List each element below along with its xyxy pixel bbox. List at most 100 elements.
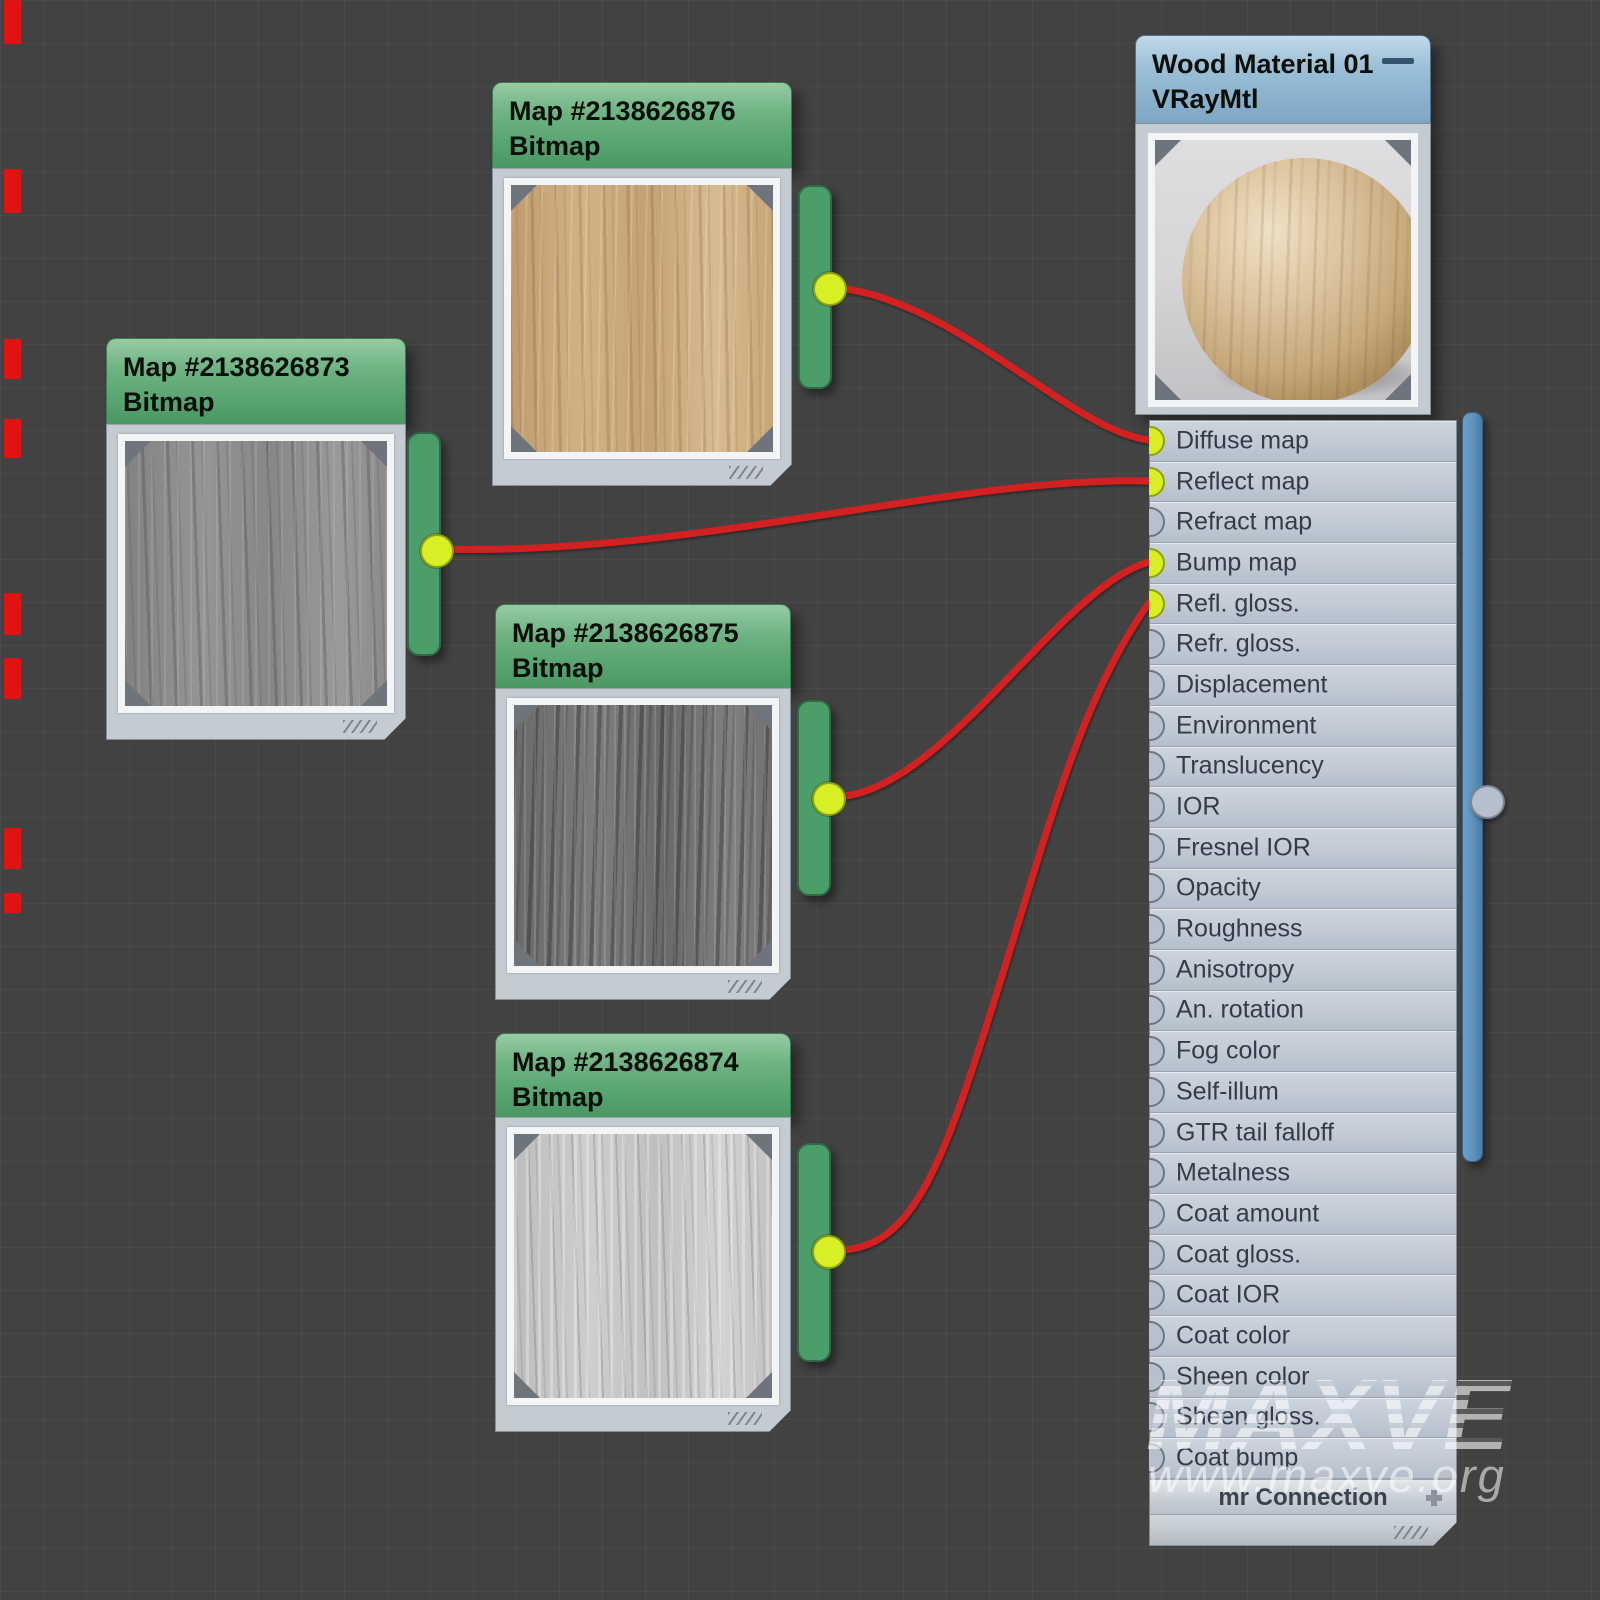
input-port[interactable] [1135,995,1165,1025]
input-port[interactable] [1135,1199,1165,1229]
slot-label: Reflect map [1176,467,1309,496]
bitmap-preview[interactable] [507,1127,779,1405]
input-port[interactable] [1135,629,1165,659]
bitmap-preview[interactable] [507,698,779,973]
input-port[interactable] [1135,1118,1165,1148]
output-port-2138626875[interactable] [812,782,846,816]
slot-label: Refl. gloss. [1176,589,1300,618]
input-port[interactable] [1135,467,1165,497]
slot-row-coat-gloss[interactable]: Coat gloss. [1150,1235,1456,1276]
resize-grip-icon[interactable] [1394,1526,1428,1539]
material-node-type: VRayMtl [1152,82,1430,116]
dark-gray-wood-texture [514,705,772,966]
map-node-body[interactable] [106,424,406,740]
slot-row-translucency[interactable]: Translucency [1150,747,1456,788]
material-preview[interactable] [1148,133,1418,407]
slot-row-gtr-tail-falloff[interactable]: GTR tail falloff [1150,1113,1456,1154]
slate-material-editor-canvas: Map #2138626876 Bitmap Map #2138626873 B… [0,0,1600,1600]
slot-row-displacement[interactable]: Displacement [1150,665,1456,706]
map-node-title: Map #2138626876 [509,93,791,129]
material-node-header[interactable]: Wood Material 01 VRayMtl [1135,35,1431,123]
slot-row-ior[interactable]: IOR [1150,787,1456,828]
map-node-header[interactable]: Map #2138626876 Bitmap [492,82,792,168]
slot-row-refr-gloss[interactable]: Refr. gloss. [1150,624,1456,665]
map-node-body[interactable] [495,1117,791,1432]
output-port-2138626873[interactable] [420,534,454,568]
corner-fold-icon [514,940,540,966]
resize-grip-icon[interactable] [728,980,762,993]
input-port[interactable] [1135,670,1165,700]
map-node-header[interactable]: Map #2138626875 Bitmap [495,604,791,688]
resize-grip-icon[interactable] [729,466,763,479]
input-port[interactable] [1135,548,1165,578]
wire-reflect[interactable] [435,481,1149,550]
corner-fold-icon [361,680,387,706]
side-panel-handle[interactable] [1470,785,1505,819]
edge-marker [4,893,21,913]
slot-row-refract-map[interactable]: Refract map [1150,502,1456,543]
slot-row-opacity[interactable]: Opacity [1150,869,1456,910]
map-node-2138626874[interactable]: Map #2138626874 Bitmap [495,1033,791,1432]
slot-row-refl-gloss[interactable]: Refl. gloss. [1150,584,1456,625]
map-node-body[interactable] [495,688,791,1000]
edge-marker [4,658,21,699]
map-node-2138626875[interactable]: Map #2138626875 Bitmap [495,604,791,1000]
map-node-title: Map #2138626873 [123,349,405,385]
slot-row-self-illum[interactable]: Self-illum [1150,1072,1456,1113]
slot-row-coat-amount[interactable]: Coat amount [1150,1194,1456,1235]
slot-row-reflect-map[interactable]: Reflect map [1150,462,1456,503]
bitmap-preview[interactable] [118,434,394,713]
input-port[interactable] [1135,873,1165,903]
output-port-2138626876[interactable] [813,272,847,306]
map-node-2138626873[interactable]: Map #2138626873 Bitmap [106,338,406,740]
input-port[interactable] [1135,833,1165,863]
wire-refl-gloss[interactable] [827,603,1149,1250]
input-port[interactable] [1135,1321,1165,1351]
input-port[interactable] [1135,1240,1165,1270]
map-node-2138626876[interactable]: Map #2138626876 Bitmap [492,82,792,486]
input-port[interactable] [1135,751,1165,781]
input-port[interactable] [1135,507,1165,537]
corner-fold-icon [1155,140,1181,166]
slot-row-coat-ior[interactable]: Coat IOR [1150,1275,1456,1316]
slot-row-fresnel-ior[interactable]: Fresnel IOR [1150,828,1456,869]
input-port[interactable] [1135,589,1165,619]
slot-label: Coat color [1176,1321,1290,1350]
map-node-header[interactable]: Map #2138626874 Bitmap [495,1033,791,1117]
collapse-minus-icon[interactable] [1382,58,1414,64]
slot-row-coat-color[interactable]: Coat color [1150,1316,1456,1357]
light-gray-wood-texture [514,1134,772,1398]
input-port[interactable] [1135,426,1165,456]
map-node-header[interactable]: Map #2138626873 Bitmap [106,338,406,424]
map-node-body[interactable] [492,168,792,486]
resize-grip-icon[interactable] [728,1412,762,1425]
wood-sphere-preview [1182,158,1411,400]
input-port[interactable] [1135,792,1165,822]
input-port[interactable] [1135,711,1165,741]
slot-row-an-rotation[interactable]: An. rotation [1150,991,1456,1032]
bitmap-preview[interactable] [504,178,780,459]
slot-row-anisotropy[interactable]: Anisotropy [1150,950,1456,991]
watermark-site: www.maxve.org [1148,1448,1506,1503]
material-preview-body[interactable] [1135,123,1431,415]
corner-fold-icon [514,1134,540,1160]
output-port-2138626874[interactable] [812,1235,846,1269]
slot-label: Anisotropy [1176,955,1294,984]
input-port[interactable] [1135,1077,1165,1107]
input-port[interactable] [1135,955,1165,985]
wire-bump[interactable] [827,562,1149,797]
resize-grip-icon[interactable] [343,720,377,733]
slot-row-bump-map[interactable]: Bump map [1150,543,1456,584]
input-port[interactable] [1135,1036,1165,1066]
input-port[interactable] [1135,1280,1165,1310]
slot-row-fog-color[interactable]: Fog color [1150,1031,1456,1072]
input-port[interactable] [1135,1158,1165,1188]
wire-diffuse[interactable] [828,287,1149,440]
input-port[interactable] [1135,914,1165,944]
slot-row-roughness[interactable]: Roughness [1150,909,1456,950]
slot-row-diffuse-map[interactable]: Diffuse map [1150,421,1456,462]
material-node-wood-material-01[interactable]: Wood Material 01 VRayMtl Diffuse mapRefl… [1135,35,1431,123]
slot-row-metalness[interactable]: Metalness [1150,1153,1456,1194]
slot-row-environment[interactable]: Environment [1150,706,1456,747]
corner-fold-icon [514,705,540,731]
